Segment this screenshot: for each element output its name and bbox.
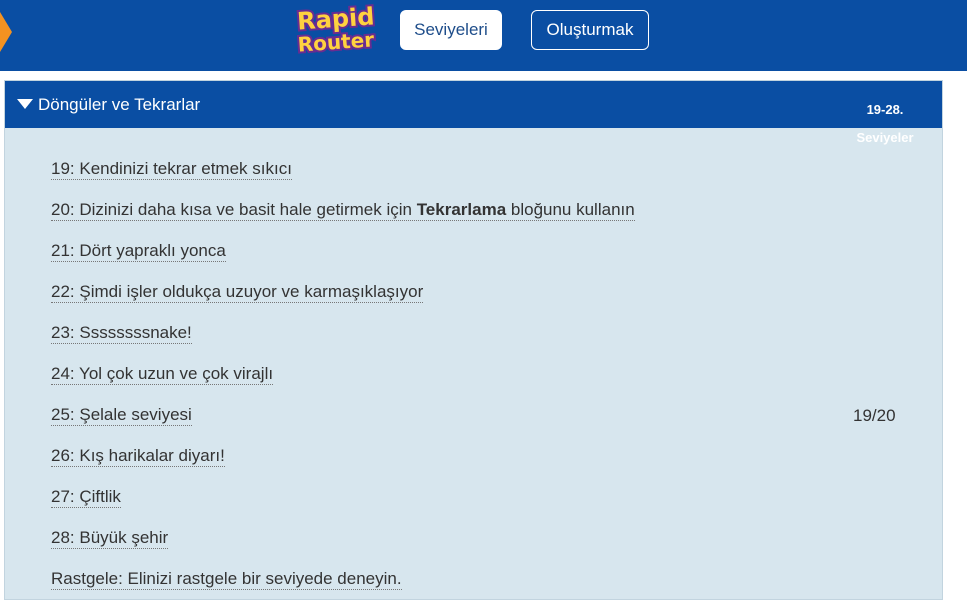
random-level-link[interactable]: Rastgele: Elinizi rastgele bir seviyede … [51, 569, 402, 590]
svg-text:Router: Router [297, 27, 375, 56]
level-link-25[interactable]: 25: Şelale seviyesi [51, 405, 192, 426]
list-item: 26: Kış harikalar diyarı! [51, 446, 635, 487]
level-link-20[interactable]: 20: Dizinizi daha kısa ve basit hale get… [51, 200, 635, 221]
list-item: Rastgele: Elinizi rastgele bir seviyede … [51, 569, 635, 610]
episode-level-range: 19-28. Seviyeler [856, 102, 914, 145]
level-link-28[interactable]: 28: Büyük şehir [51, 528, 169, 549]
list-item: 27: Çiftlik [51, 487, 635, 528]
levels-button[interactable]: Seviyeleri [400, 10, 502, 50]
list-item: 25: Şelale seviyesi [51, 405, 635, 446]
list-item: 22: Şimdi işler oldukça uzuyor ve karmaş… [51, 282, 635, 323]
episode-panel: Döngüler ve Tekrarlar 19-28. Seviyeler 1… [4, 80, 943, 600]
list-item: 23: Ssssssssnake! [51, 323, 635, 364]
level-link-21[interactable]: 21: Dört yapraklı yonca [51, 241, 226, 262]
episode-header[interactable]: Döngüler ve Tekrarlar 19-28. Seviyeler [5, 81, 942, 145]
level-link-22[interactable]: 22: Şimdi işler oldukça uzuyor ve karmaş… [51, 282, 424, 303]
level-list: 19: Kendinizi tekrar etmek sıkıcı 20: Di… [51, 159, 635, 610]
level-link-26[interactable]: 26: Kış harikalar diyarı! [51, 446, 225, 467]
list-item: 24: Yol çok uzun ve çok virajlı [51, 364, 635, 405]
caret-down-icon[interactable] [17, 99, 33, 109]
level-label-pre: 20: Dizinizi daha kısa ve basit hale get… [51, 200, 417, 219]
level-link-19[interactable]: 19: Kendinizi tekrar etmek sıkıcı [51, 159, 292, 180]
list-item: 20: Dizinizi daha kısa ve basit hale get… [51, 200, 635, 241]
list-item: 19: Kendinizi tekrar etmek sıkıcı [51, 159, 635, 200]
repeat-block-name: Tekrarlama [416, 200, 507, 219]
episode-score: 19/20 [853, 406, 896, 425]
rapid-router-logo[interactable]: Rapid Router [290, 2, 382, 56]
top-navigation-bar: Rapid Router Seviyeleri Oluşturmak [0, 0, 967, 71]
level-link-23[interactable]: 23: Ssssssssnake! [51, 323, 192, 344]
list-item: 28: Büyük şehir [51, 528, 635, 569]
level-link-24[interactable]: 24: Yol çok uzun ve çok virajlı [51, 364, 274, 385]
list-item: 21: Dört yapraklı yonca [51, 241, 635, 282]
side-menu-tab[interactable] [0, 12, 12, 52]
level-label-post: bloğunu kullanın [506, 200, 635, 219]
create-button[interactable]: Oluşturmak [531, 10, 649, 50]
level-link-27[interactable]: 27: Çiftlik [51, 487, 121, 508]
episode-title: Döngüler ve Tekrarlar [38, 95, 201, 114]
